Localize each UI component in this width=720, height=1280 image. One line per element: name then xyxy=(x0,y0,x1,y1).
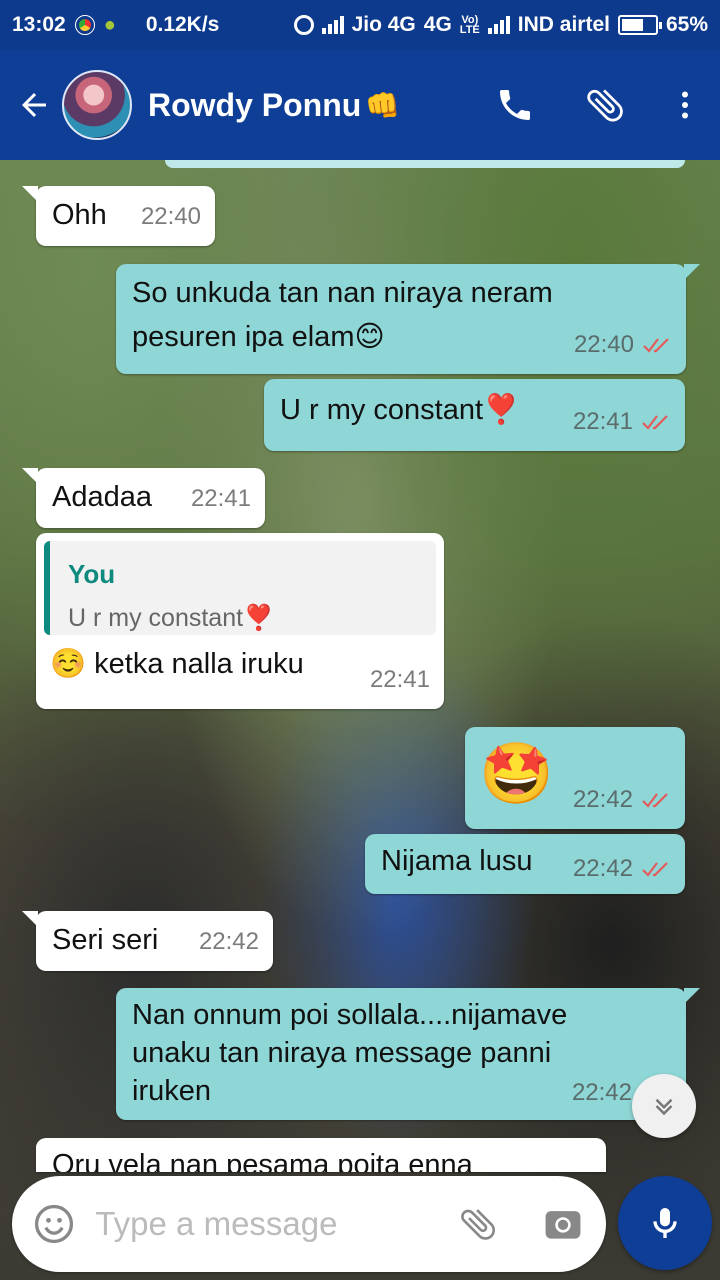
scroll-to-bottom-button[interactable] xyxy=(632,1074,696,1138)
back-button[interactable] xyxy=(6,65,62,145)
message-time: 22:42 xyxy=(573,850,671,888)
message-composer xyxy=(12,1176,606,1272)
message-incoming[interactable]: Oru vela nan pesama poita enna xyxy=(36,1138,606,1172)
camera-icon xyxy=(545,1211,581,1239)
message-time: 22:42 xyxy=(198,928,259,955)
message-text: Seri seri xyxy=(52,924,159,956)
battery-percent: 65% xyxy=(665,13,708,36)
message-time: 22:40 xyxy=(574,326,672,364)
battery-level xyxy=(621,19,643,31)
partial-message xyxy=(165,160,685,168)
emoji-button[interactable] xyxy=(12,1176,95,1272)
status-bar: 13:02 ● 0.12K/s Jio 4G 4G Vo) LTE IND ai… xyxy=(0,0,720,50)
message-text: U r my constant❣️ xyxy=(280,394,520,426)
message-text: Ohh xyxy=(52,199,107,231)
android-icon: ● xyxy=(103,13,116,36)
carrier-2: IND airtel xyxy=(517,13,610,36)
read-ticks-icon xyxy=(642,793,668,808)
contact-name: Rowdy Ponnu xyxy=(148,86,362,123)
message-incoming-reply[interactable]: You U r my constant❣️ ☺️ ketka nalla iru… xyxy=(36,533,444,709)
attachment-icon xyxy=(587,89,623,122)
double-chevron-down-icon xyxy=(655,1098,673,1116)
quote-author: You xyxy=(68,559,116,589)
message-incoming[interactable]: Seri seri 22:42 xyxy=(22,911,273,971)
signal-icon xyxy=(487,16,510,34)
battery-icon xyxy=(617,15,662,35)
attach-file-button[interactable] xyxy=(435,1176,520,1272)
back-arrow-icon xyxy=(22,93,46,117)
message-text: Nan onnum poi sollala....nijamave xyxy=(132,999,568,1031)
voice-call-button[interactable] xyxy=(470,65,560,145)
phone-icon xyxy=(500,90,530,120)
read-ticks-icon xyxy=(642,862,668,877)
message-text: Oru vela nan pesama poita enna xyxy=(52,1149,473,1172)
message-time: 22:41 xyxy=(573,403,671,441)
more-options-button[interactable] xyxy=(650,65,720,145)
volte-icon: Vo) LTE xyxy=(459,14,480,36)
message-text: Adadaa xyxy=(52,481,152,513)
avatar[interactable] xyxy=(62,70,132,140)
microphone-icon xyxy=(653,1208,677,1238)
quoted-message[interactable]: You U r my constant❣️ xyxy=(44,541,436,635)
network-type: 4G xyxy=(423,13,452,36)
message-incoming[interactable]: Adadaa 22:41 xyxy=(22,468,265,528)
signal-icon xyxy=(321,16,344,34)
read-ticks-icon xyxy=(642,415,668,430)
message-input[interactable] xyxy=(95,1205,436,1243)
message-time: 22:41 xyxy=(369,666,430,693)
message-time: 22:42 xyxy=(573,781,671,819)
message-outgoing[interactable]: 🤩 22:42 xyxy=(465,727,685,829)
message-time: 22:42 xyxy=(571,1079,632,1106)
emoji-icon xyxy=(34,1204,73,1244)
message-outgoing[interactable]: U r my constant❣️ 22:41 xyxy=(264,379,685,451)
network-speed: 0.12K/s xyxy=(145,13,220,36)
camera-button[interactable] xyxy=(521,1176,606,1272)
chat-header: Rowdy Ponnu 👊 xyxy=(0,50,720,160)
message-incoming[interactable]: Ohh 22:40 xyxy=(22,186,215,246)
carrier-1: Jio 4G xyxy=(351,13,416,36)
message-text: So unkuda tan nan niraya neram xyxy=(132,277,553,309)
message-time: 22:40 xyxy=(140,203,201,230)
message-outgoing[interactable]: Nijama lusu 22:42 xyxy=(365,834,685,894)
attach-button[interactable] xyxy=(560,65,650,145)
message-outgoing[interactable]: So unkuda tan nan niraya neram pesuren i… xyxy=(116,264,700,374)
chrome-icon xyxy=(74,15,95,35)
contact-emoji: 👊 xyxy=(365,89,401,121)
voice-record-button[interactable] xyxy=(618,1176,712,1270)
message-text: ☺️ ketka nalla iruku xyxy=(50,648,304,680)
message-outgoing[interactable]: Nan onnum poi sollala....nijamave unaku … xyxy=(116,988,700,1120)
message-emoji: 🤩 xyxy=(479,740,554,807)
more-vert-icon xyxy=(682,91,688,119)
message-time: 22:41 xyxy=(190,485,251,512)
alarm-icon xyxy=(293,15,314,35)
message-text: unaku tan niraya message panni xyxy=(132,1037,552,1069)
attachment-icon xyxy=(461,1209,496,1240)
quote-text: U r my constant❣️ xyxy=(68,604,275,632)
contact-info[interactable]: Rowdy Ponnu 👊 xyxy=(148,87,400,124)
chat-area[interactable]: Ohh 22:40 So unkuda tan nan niraya neram… xyxy=(0,160,720,1280)
status-time: 13:02 xyxy=(12,13,66,36)
read-ticks-icon xyxy=(643,338,669,353)
message-text: Nijama lusu xyxy=(381,845,533,877)
